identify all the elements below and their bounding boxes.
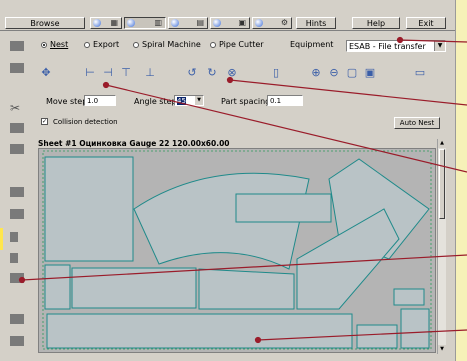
move-icon[interactable]: ✥ bbox=[38, 66, 54, 80]
align-right-icon[interactable]: ⊣ bbox=[100, 66, 116, 80]
part-center-bar bbox=[71, 267, 197, 309]
angle-step-select[interactable]: 45 ▼ bbox=[174, 95, 204, 106]
angle-step-label: Angle step: bbox=[134, 97, 180, 106]
collision-detection-checkbox[interactable]: ✓ bbox=[41, 118, 48, 125]
multi-sheet-icon[interactable] bbox=[10, 209, 24, 219]
align-bottom-icon[interactable]: ⊥ bbox=[142, 66, 158, 80]
zoom-in-icon[interactable]: ⊕ bbox=[308, 66, 324, 80]
copy-icon[interactable] bbox=[10, 123, 24, 133]
exit-button[interactable]: Exit bbox=[406, 17, 446, 29]
paste-icon[interactable] bbox=[10, 144, 24, 154]
sheet-tool-icon[interactable] bbox=[10, 187, 24, 197]
sheet-scrollbar[interactable]: ▲ ▼ bbox=[437, 139, 446, 354]
mirror-icon[interactable]: ▯ bbox=[268, 66, 284, 80]
browse-button[interactable]: Browse bbox=[5, 17, 85, 29]
part-bottom-right bbox=[400, 308, 430, 349]
collision-detection-label: Collision detection bbox=[53, 118, 118, 126]
export-radio[interactable]: Export bbox=[84, 40, 119, 49]
nesting-sheet[interactable] bbox=[38, 148, 436, 353]
print-icon[interactable] bbox=[10, 336, 24, 346]
scissors-icon[interactable]: ✂ bbox=[10, 102, 24, 114]
scroll-down-icon[interactable]: ▼ bbox=[438, 345, 446, 354]
move-step-input[interactable]: 1.0 bbox=[84, 95, 116, 106]
report-icon[interactable] bbox=[10, 314, 24, 324]
auto-nest-button[interactable]: Auto Nest bbox=[394, 117, 440, 129]
stack-icon[interactable]: ▤ bbox=[168, 17, 208, 29]
highlight-marker bbox=[0, 228, 3, 250]
grid-icon[interactable]: ▥ bbox=[124, 17, 166, 29]
part-bottom-small bbox=[356, 324, 398, 349]
rotate-ccw-icon[interactable]: ↺ bbox=[184, 66, 200, 80]
part-large-left bbox=[44, 156, 134, 262]
rotate-cw-icon[interactable]: ↻ bbox=[204, 66, 220, 80]
zoom-out-icon[interactable]: ⊖ bbox=[326, 66, 342, 80]
callout-margin bbox=[455, 0, 467, 361]
scroll-up-icon[interactable]: ▲ bbox=[438, 139, 446, 148]
export-icon[interactable]: ⚙ bbox=[252, 17, 292, 29]
part-small-right bbox=[393, 288, 425, 306]
zoom-sheet-icon[interactable]: ▣ bbox=[362, 66, 378, 80]
help-button[interactable]: Help bbox=[352, 17, 400, 29]
chevron-down-icon: ▼ bbox=[434, 41, 445, 51]
part-mid bbox=[235, 193, 332, 223]
small-tool-icon[interactable] bbox=[10, 232, 18, 242]
pipe-cutter-radio[interactable]: Pipe Cutter bbox=[210, 40, 264, 49]
align-left-icon[interactable]: ⊢ bbox=[82, 66, 98, 80]
parts-group bbox=[44, 156, 430, 349]
folder-icon[interactable]: ▣ bbox=[210, 17, 250, 29]
part-spacing-input[interactable]: 0.1 bbox=[267, 95, 303, 106]
spiral-machine-radio[interactable]: Spiral Machine bbox=[133, 40, 201, 49]
equipment-label: Equipment bbox=[290, 40, 334, 49]
nesting-window: Browse ▦ ▥ ▤ ▣ ⚙ Hints Help Exit ✂ Nest … bbox=[0, 0, 455, 361]
rotate-delete-icon[interactable]: ⊗ bbox=[224, 66, 240, 80]
align-top-icon[interactable]: ⊤ bbox=[118, 66, 134, 80]
measure-icon[interactable]: ▭ bbox=[412, 66, 428, 80]
top-toolbar: Browse ▦ ▥ ▤ ▣ ⚙ Hints Help Exit bbox=[0, 0, 455, 31]
nest-radio[interactable]: Nest bbox=[41, 40, 68, 49]
nest-tool-icon[interactable] bbox=[10, 41, 24, 51]
scroll-thumb[interactable] bbox=[439, 149, 445, 219]
part-tool-icon[interactable] bbox=[10, 253, 18, 263]
page-icon[interactable]: ▦ bbox=[90, 17, 122, 29]
edit-tool-icon[interactable] bbox=[10, 63, 24, 73]
equipment-select[interactable]: ESAB - File transfer ▼ bbox=[346, 40, 446, 52]
part-bottom-strip bbox=[46, 313, 353, 349]
part-small-left bbox=[44, 264, 71, 310]
sheet-title: Sheet #1 Оцинковка Gauge 22 120.00x60.00 bbox=[38, 139, 230, 148]
zoom-fit-icon[interactable]: ▢ bbox=[344, 66, 360, 80]
left-toolbar: ✂ bbox=[0, 31, 33, 361]
nested-parts-drawing bbox=[42, 150, 432, 350]
part-list-icon[interactable] bbox=[10, 273, 24, 283]
part-center-block bbox=[198, 268, 295, 310]
part-spacing-label: Part spacing: bbox=[221, 97, 273, 106]
hints-button[interactable]: Hints bbox=[296, 17, 336, 29]
chevron-down-icon: ▼ bbox=[195, 96, 203, 105]
